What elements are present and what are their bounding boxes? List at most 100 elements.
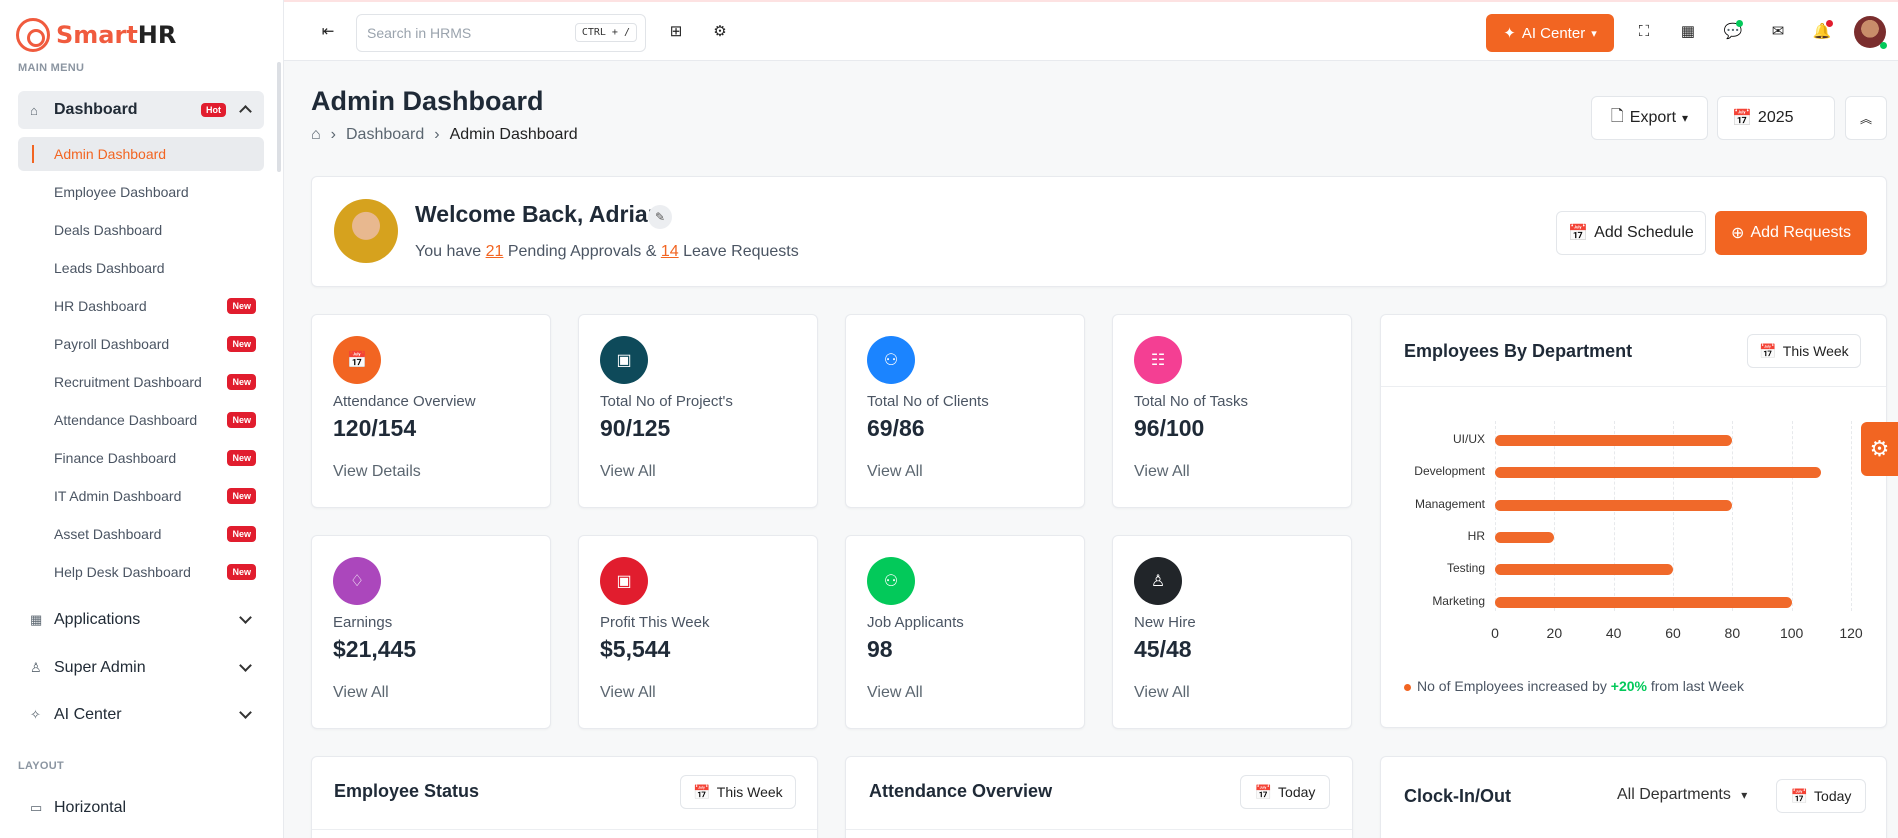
sidebar-subitem-label: Payroll Dashboard — [54, 336, 170, 352]
settings-icon[interactable]: ⚙ — [708, 19, 732, 43]
chart-bar[interactable] — [1495, 596, 1792, 608]
employees-by-department-card: Employees By Department 📅 This Week 0 20 4… — [1380, 314, 1887, 728]
collapse-header-button[interactable]: ︽ — [1845, 96, 1887, 140]
period-filter-button[interactable]: 📅 This Week — [680, 775, 796, 809]
chevron-up-double-icon: ︽ — [1859, 111, 1872, 126]
stat-link[interactable]: View All — [1134, 463, 1190, 481]
collapse-sidebar-icon[interactable]: ⇤ — [316, 19, 340, 43]
clock-in-out-card: Clock-In/Out All Departments ▾ 📅 Today — [1380, 756, 1887, 838]
department-filter-label: All Departments — [1617, 786, 1731, 803]
sidebar-subitem-label: Finance Dashboard — [54, 450, 177, 466]
new-badge: New — [227, 450, 256, 466]
sidebar-item-dashboard[interactable]: ⌂ Dashboard Hot — [18, 91, 264, 129]
sidebar-subitem[interactable]: Employee Dashboard — [18, 175, 264, 209]
logo-hr: HR — [137, 21, 177, 49]
chart-bar[interactable] — [1495, 531, 1555, 543]
new-badge: New — [227, 298, 256, 314]
fullscreen-icon[interactable]: ⛶ — [1632, 19, 1656, 43]
footnote-percentage: +20% — [1610, 678, 1647, 694]
welcome-card: Welcome Back, Adrian ✎ You have 21 Pendi… — [311, 176, 1887, 287]
calendar-icon: 📅 — [333, 336, 381, 384]
stat-link[interactable]: View All — [1134, 684, 1190, 702]
main-menu-title: MAIN MENU — [18, 62, 85, 74]
stat-link[interactable]: View Details — [333, 463, 421, 481]
pending-approvals-link[interactable]: 21 — [486, 243, 504, 260]
sidebar-subitem[interactable]: Recruitment Dashboard New — [18, 365, 264, 399]
chat-indicator — [1736, 20, 1743, 27]
sidebar-subitem[interactable]: Deals Dashboard — [18, 213, 264, 247]
breadcrumb: ⌂ › Dashboard › Admin Dashboard — [311, 126, 578, 144]
sidebar-subitem[interactable]: Admin Dashboard — [18, 137, 264, 171]
stat-link[interactable]: View All — [600, 463, 656, 481]
chart-bar[interactable] — [1495, 499, 1733, 511]
period-filter-button[interactable]: 📅 Today — [1240, 775, 1330, 809]
sparkle-icon: ✦ — [1503, 25, 1516, 42]
sidebar-subitem[interactable]: Help Desk Dashboard New — [18, 555, 264, 589]
year-picker[interactable]: 📅 2025 — [1717, 96, 1835, 140]
sidebar-item-ai-center[interactable]: ✧ AI Center — [18, 696, 264, 734]
stat-value: 120/154 — [333, 415, 417, 441]
chevron-down-icon: ▾ — [1741, 788, 1748, 802]
stat-link[interactable]: View All — [600, 684, 656, 702]
stat-link[interactable]: View All — [867, 463, 923, 481]
search-input[interactable]: Search in HRMS CTRL + / — [356, 14, 646, 52]
leave-requests-link[interactable]: 14 — [661, 243, 679, 260]
stat-card: ⚇ Total No of Clients 69/86 View All — [845, 314, 1085, 508]
chart-gridline — [1732, 421, 1734, 611]
x-tick-label: 80 — [1724, 625, 1741, 641]
stat-link[interactable]: View All — [333, 684, 389, 702]
home-icon[interactable]: ⌂ — [311, 126, 321, 144]
department-filter-dropdown[interactable]: All Departments ▾ — [1617, 786, 1747, 804]
sidebar-subitem[interactable]: Leads Dashboard — [18, 251, 264, 285]
stat-link[interactable]: View All — [867, 684, 923, 702]
stat-label: Profit This Week — [600, 614, 710, 631]
sidebar-subitem[interactable]: Asset Dashboard New — [18, 517, 264, 551]
sidebar-scrollbar[interactable] — [277, 62, 281, 172]
sidebar-item-label: Applications — [54, 611, 141, 628]
chart-bar[interactable] — [1495, 435, 1733, 446]
chevron-down-icon: ▾ — [1682, 111, 1689, 125]
sidebar-item-super-admin[interactable]: ♙ Super Admin — [18, 649, 264, 687]
chevron-right-icon: › — [434, 126, 440, 143]
period-filter-button[interactable]: 📅 Today — [1776, 779, 1866, 813]
add-schedule-button[interactable]: 📅 Add Schedule — [1556, 211, 1706, 255]
sidebar-subitem[interactable]: Finance Dashboard New — [18, 441, 264, 475]
x-tick-label: 120 — [1839, 625, 1863, 641]
calendar-icon: 📅 — [1759, 342, 1777, 359]
sidebar-subitem[interactable]: HR Dashboard New — [18, 289, 264, 323]
chevron-down-icon — [239, 706, 252, 719]
sidebar-subitem[interactable]: Payroll Dashboard New — [18, 327, 264, 361]
sidebar-item-applications[interactable]: ▦ Applications — [18, 601, 264, 639]
sidebar-subitem-label: Recruitment Dashboard — [54, 374, 202, 390]
export-button[interactable]: 🗋 Export ▾ — [1591, 96, 1708, 140]
breadcrumb-dashboard[interactable]: Dashboard — [346, 126, 424, 144]
plus-circle-icon: ⊕ — [1731, 225, 1745, 242]
chart-bar[interactable] — [1495, 467, 1822, 479]
widgets-icon[interactable]: ▦ — [1676, 19, 1700, 43]
mail-icon[interactable]: ✉ — [1766, 19, 1790, 43]
edit-icon[interactable]: ✎ — [648, 205, 672, 229]
sidebar-subitem-label: Asset Dashboard — [54, 526, 162, 542]
chevron-down-icon — [239, 611, 252, 624]
sidebar-item-horizontal[interactable]: ▭ Horizontal — [18, 789, 264, 827]
sidebar-subitem[interactable]: IT Admin Dashboard New — [18, 479, 264, 513]
add-requests-button[interactable]: ⊕ Add Requests — [1715, 211, 1867, 255]
stat-label: Earnings — [333, 614, 393, 631]
logo[interactable]: SmartHR — [16, 18, 176, 52]
period-filter-button[interactable]: 📅 This Week — [1747, 334, 1861, 368]
stat-value: 90/125 — [600, 415, 671, 441]
receipt-icon: ▣ — [600, 557, 648, 605]
grid-icon: ▦ — [30, 612, 43, 627]
ai-center-button[interactable]: ✦ AI Center ▾ — [1486, 14, 1614, 52]
stat-value: 96/100 — [1134, 415, 1205, 441]
footnote-suffix: from last Week — [1650, 678, 1744, 694]
chart-bar[interactable] — [1495, 564, 1673, 576]
sidebar-subitem-label: Employee Dashboard — [54, 184, 189, 200]
welcome-text-suffix: Leave Requests — [683, 243, 799, 260]
new-badge: New — [227, 336, 256, 352]
theme-settings-icon[interactable]: ⚙ — [1861, 422, 1898, 476]
apps-grid-icon[interactable]: ⊞ — [664, 19, 688, 43]
period-label: Today — [1814, 788, 1852, 804]
online-status-indicator — [1880, 42, 1887, 49]
sidebar-subitem[interactable]: Attendance Dashboard New — [18, 403, 264, 437]
